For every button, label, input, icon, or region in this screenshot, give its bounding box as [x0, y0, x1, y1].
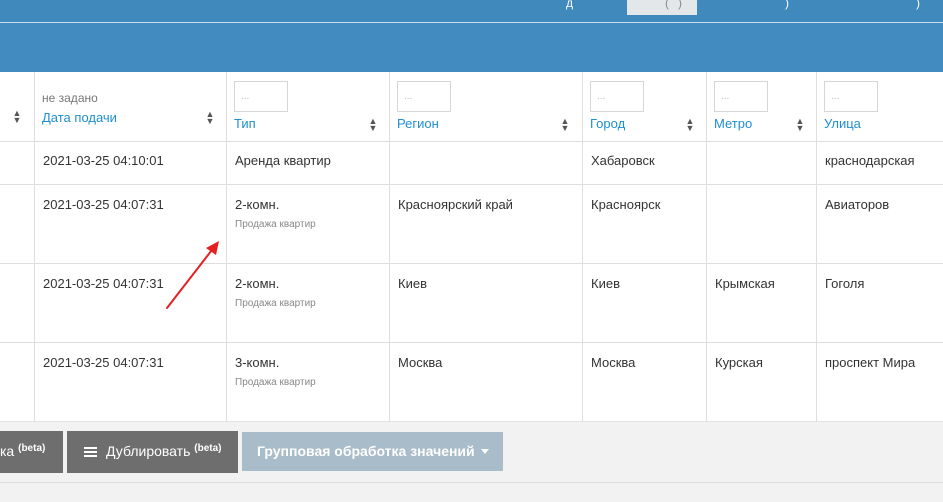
beta-badge: (beta) [194, 443, 222, 454]
column-title-street[interactable]: Улица [824, 116, 861, 131]
cell-region: Москва [398, 355, 443, 370]
cell-type-text: 3-комн. [235, 355, 280, 370]
cell-type: 3-комн. Продажа квартир [235, 355, 316, 388]
cell-type-text: Аренда квартир [235, 153, 331, 168]
cell-type-subtext: Продажа квартир [235, 219, 316, 230]
cell-type-subtext: Продажа квартир [235, 298, 316, 309]
footer-divider [0, 482, 943, 483]
cell-street: проспект Мира [825, 355, 916, 370]
top-nav-text-fragment[interactable]: ) [785, 0, 789, 10]
cell-street: краснодарская [825, 153, 915, 168]
sort-icon[interactable]: ▲ ▼ [368, 117, 378, 133]
column-header-street: ... Улица [816, 72, 943, 141]
cell-metro: Курская [715, 355, 763, 370]
sort-icon[interactable]: ▲ ▼ [12, 109, 22, 125]
cell-date: 2021-03-25 04:07:31 [43, 355, 164, 370]
column-header-type: ... Тип ▲ ▼ [226, 72, 389, 141]
batch-processing-label: Групповая обработка значений [257, 443, 475, 459]
cell-type: 2-комн. Продажа квартир [235, 197, 316, 230]
grid-icon [84, 447, 97, 457]
cell-region: Киев [398, 276, 427, 291]
cell-type-text: 2-комн. [235, 197, 280, 212]
row-divider [0, 184, 943, 185]
cell-city: Киев [591, 276, 620, 291]
filter-input-type[interactable]: ... [234, 81, 288, 112]
sort-icon[interactable]: ▲ ▼ [795, 117, 805, 133]
filter-hint-text[interactable]: не задано [42, 91, 98, 105]
sort-icon[interactable]: ▲ ▼ [205, 110, 215, 126]
batch-processing-dropdown[interactable]: Групповая обработка значений [242, 432, 503, 471]
cell-street: Авиаторов [825, 197, 890, 212]
top-nav-text-fragment[interactable]: ) [678, 0, 682, 10]
column-title-date[interactable]: Дата подачи [42, 110, 117, 125]
sort-icon[interactable]: ▲ ▼ [560, 117, 570, 133]
caret-down-icon [480, 449, 489, 454]
cell-metro: Крымская [715, 276, 775, 291]
cell-date: 2021-03-25 04:07:31 [43, 276, 164, 291]
cell-street: Гоголя [825, 276, 865, 291]
column-header-metro: ... Метро ▲ ▼ [706, 72, 816, 141]
duplicate-button[interactable]: Дублировать (beta) [67, 431, 238, 473]
cell-city: Москва [591, 355, 636, 370]
cell-region: Красноярский край [398, 197, 513, 212]
top-nav-active-tab[interactable] [627, 0, 697, 15]
filter-input-region[interactable]: ... [397, 81, 451, 112]
duplicate-button-label: Дублировать [106, 443, 191, 459]
edit-button[interactable]: ка (beta) [0, 431, 63, 473]
table-toolbar: ка (beta) Дублировать (beta) Групповая о… [0, 421, 943, 502]
cell-type-subtext: Продажа квартир [235, 377, 316, 388]
filter-input-metro[interactable]: ... [714, 81, 768, 112]
filter-input-street[interactable]: ... [824, 81, 878, 112]
cell-type: 2-комн. Продажа квартир [235, 276, 316, 309]
column-header-partial: ▲ ▼ [0, 72, 34, 141]
top-nav-text-fragment[interactable]: д [566, 0, 573, 10]
section-header-bar [0, 23, 943, 72]
column-header-region: ... Регион ▲ ▼ [389, 72, 582, 141]
row-divider [0, 263, 943, 264]
filter-input-city[interactable]: ... [590, 81, 644, 112]
cell-type-text: 2-комн. [235, 276, 280, 291]
top-nav-text-fragment[interactable]: ( [665, 0, 669, 10]
column-title-region[interactable]: Регион [397, 116, 439, 131]
data-table: ▲ ▼ не задано Дата подачи ▲ ▼ ... Тип ▲ ▼ .… [0, 72, 943, 421]
column-title-type[interactable]: Тип [234, 116, 256, 131]
cell-type: Аренда квартир [235, 153, 331, 168]
cell-date: 2021-03-25 04:07:31 [43, 197, 164, 212]
row-divider [0, 141, 943, 142]
cell-city: Красноярск [591, 197, 661, 212]
cell-date: 2021-03-25 04:10:01 [43, 153, 164, 168]
edit-button-label: ка [0, 443, 15, 459]
column-title-metro[interactable]: Метро [714, 116, 752, 131]
sort-icon[interactable]: ▲ ▼ [685, 117, 695, 133]
cell-city: Хабаровск [591, 153, 655, 168]
column-header-date: не задано Дата подачи ▲ ▼ [34, 72, 226, 141]
beta-badge: (beta) [18, 443, 46, 454]
column-title-city[interactable]: Город [590, 116, 625, 131]
row-divider [0, 342, 943, 343]
top-nav-text-fragment[interactable]: ) [916, 0, 920, 10]
top-nav-bar: д ( ) ) ) [0, 0, 943, 22]
column-header-city: ... Город ▲ ▼ [582, 72, 706, 141]
